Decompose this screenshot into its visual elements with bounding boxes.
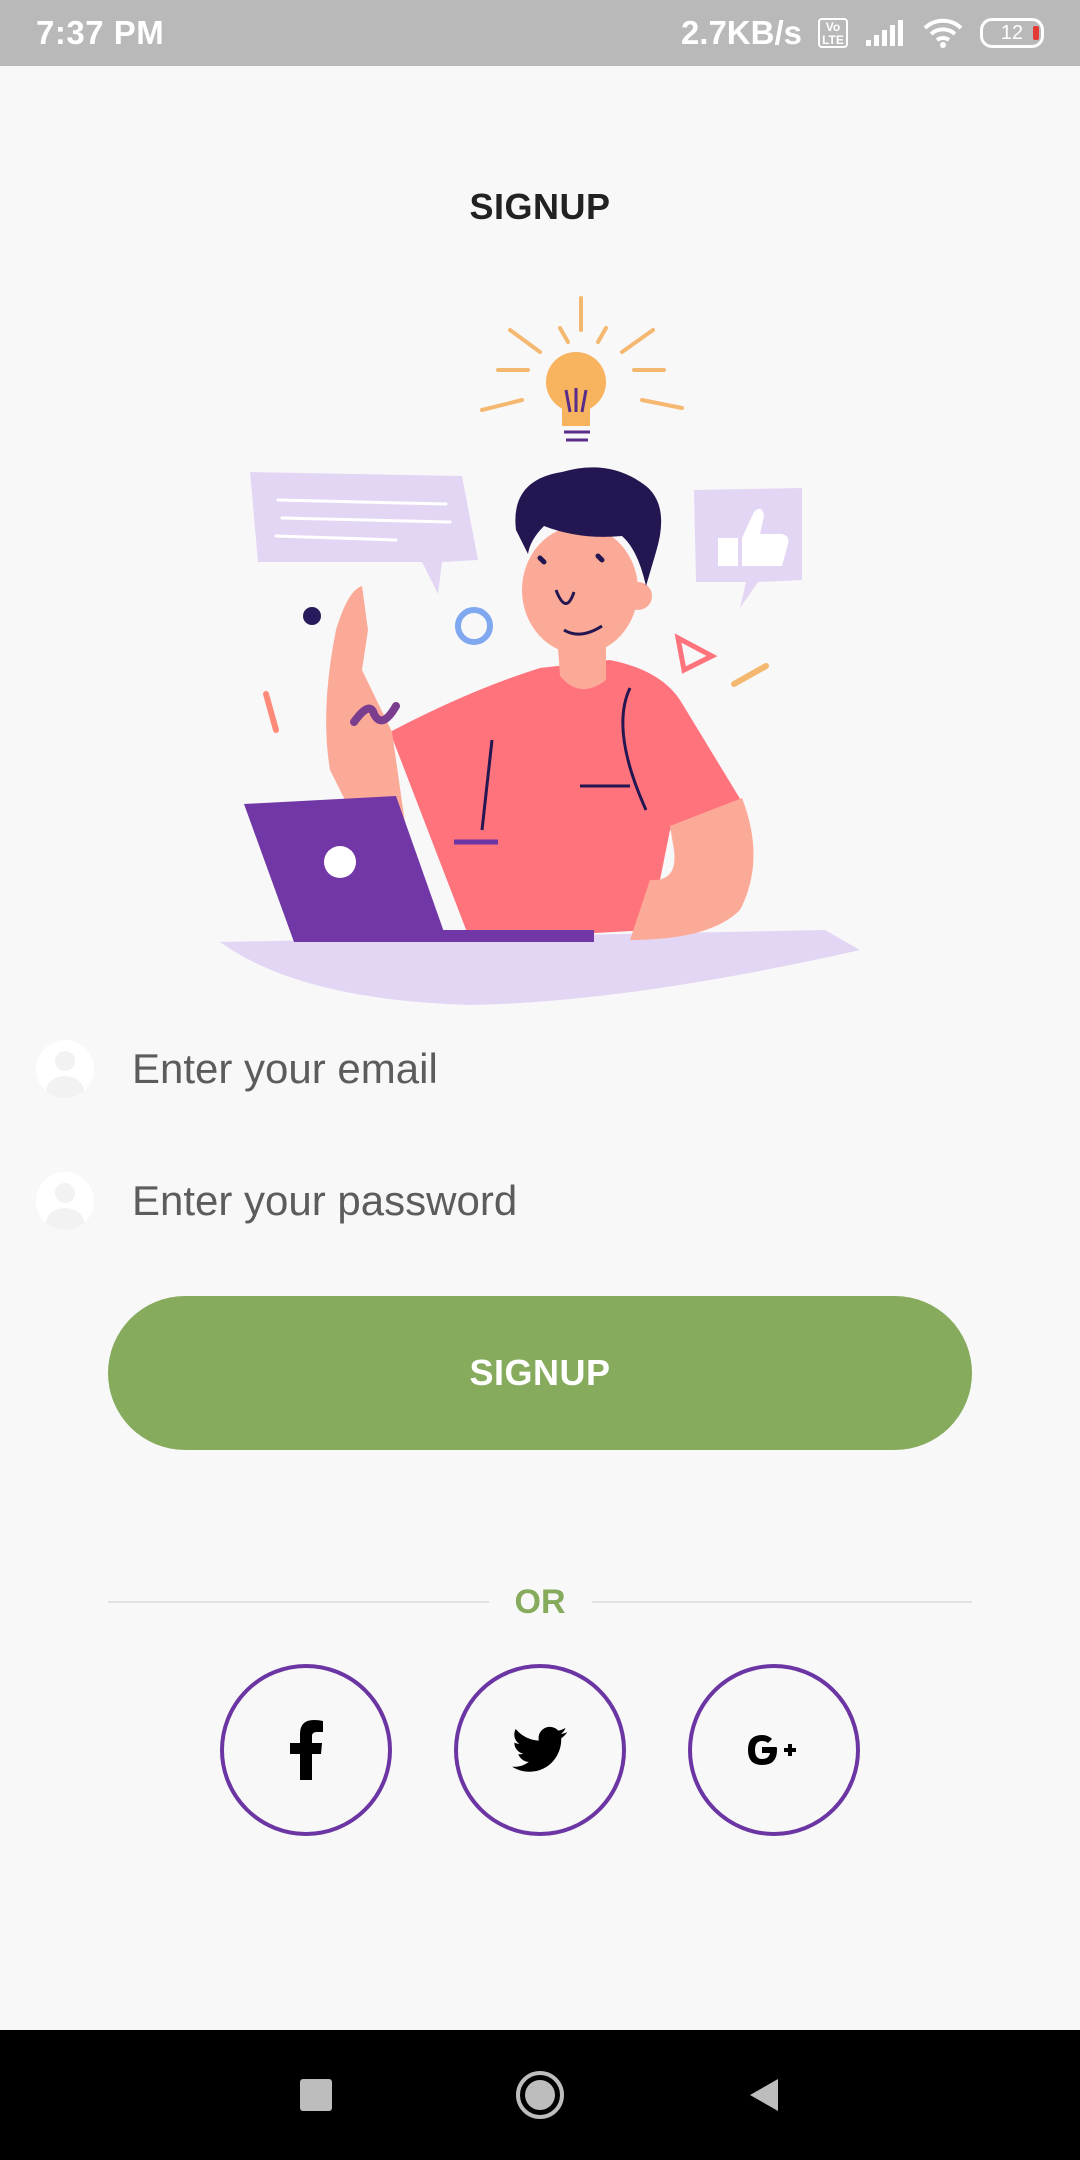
page-title: SIGNUP: [469, 186, 611, 227]
signal-icon: [866, 20, 903, 46]
user-icon: [36, 1172, 94, 1230]
google-plus-login-button[interactable]: [688, 1664, 860, 1836]
twitter-icon: [512, 1726, 568, 1772]
signup-illustration: [220, 296, 860, 1005]
status-time: 7:37 PM: [36, 14, 165, 51]
volte-icon: Vo LTE: [818, 18, 848, 48]
wifi-icon: [923, 18, 963, 48]
battery-level: 12: [1000, 21, 1024, 44]
status-indicators: 2.7KB/s Vo LTE 12: [681, 14, 1044, 52]
email-field[interactable]: [132, 1045, 1012, 1093]
recents-button[interactable]: [290, 2069, 342, 2121]
square-icon: [300, 2079, 332, 2111]
navigation-bar: [0, 2030, 1080, 2160]
email-field-row: [36, 1014, 1044, 1124]
home-button[interactable]: [514, 2069, 566, 2121]
social-login-row: [220, 1664, 860, 1840]
password-field-row: [36, 1146, 1044, 1256]
twitter-login-button[interactable]: [454, 1664, 626, 1836]
divider-line-right: [591, 1601, 972, 1603]
status-bar: 7:37 PM 2.7KB/s Vo LTE 12: [0, 0, 1080, 66]
signup-button[interactable]: SIGNUP: [108, 1296, 972, 1450]
circle-icon: [516, 2071, 564, 2119]
divider-line-left: [108, 1601, 489, 1603]
or-divider: OR: [108, 1580, 972, 1624]
or-label: OR: [514, 1582, 566, 1621]
facebook-icon: [290, 1720, 323, 1780]
back-button[interactable]: [738, 2069, 790, 2121]
network-speed: 2.7KB/s: [680, 14, 802, 51]
password-field[interactable]: [132, 1177, 1012, 1225]
google-plus-icon: [748, 1735, 796, 1765]
facebook-login-button[interactable]: [220, 1664, 392, 1836]
triangle-back-icon: [750, 2079, 778, 2111]
user-icon: [36, 1040, 94, 1098]
battery-icon: 12: [980, 18, 1044, 48]
